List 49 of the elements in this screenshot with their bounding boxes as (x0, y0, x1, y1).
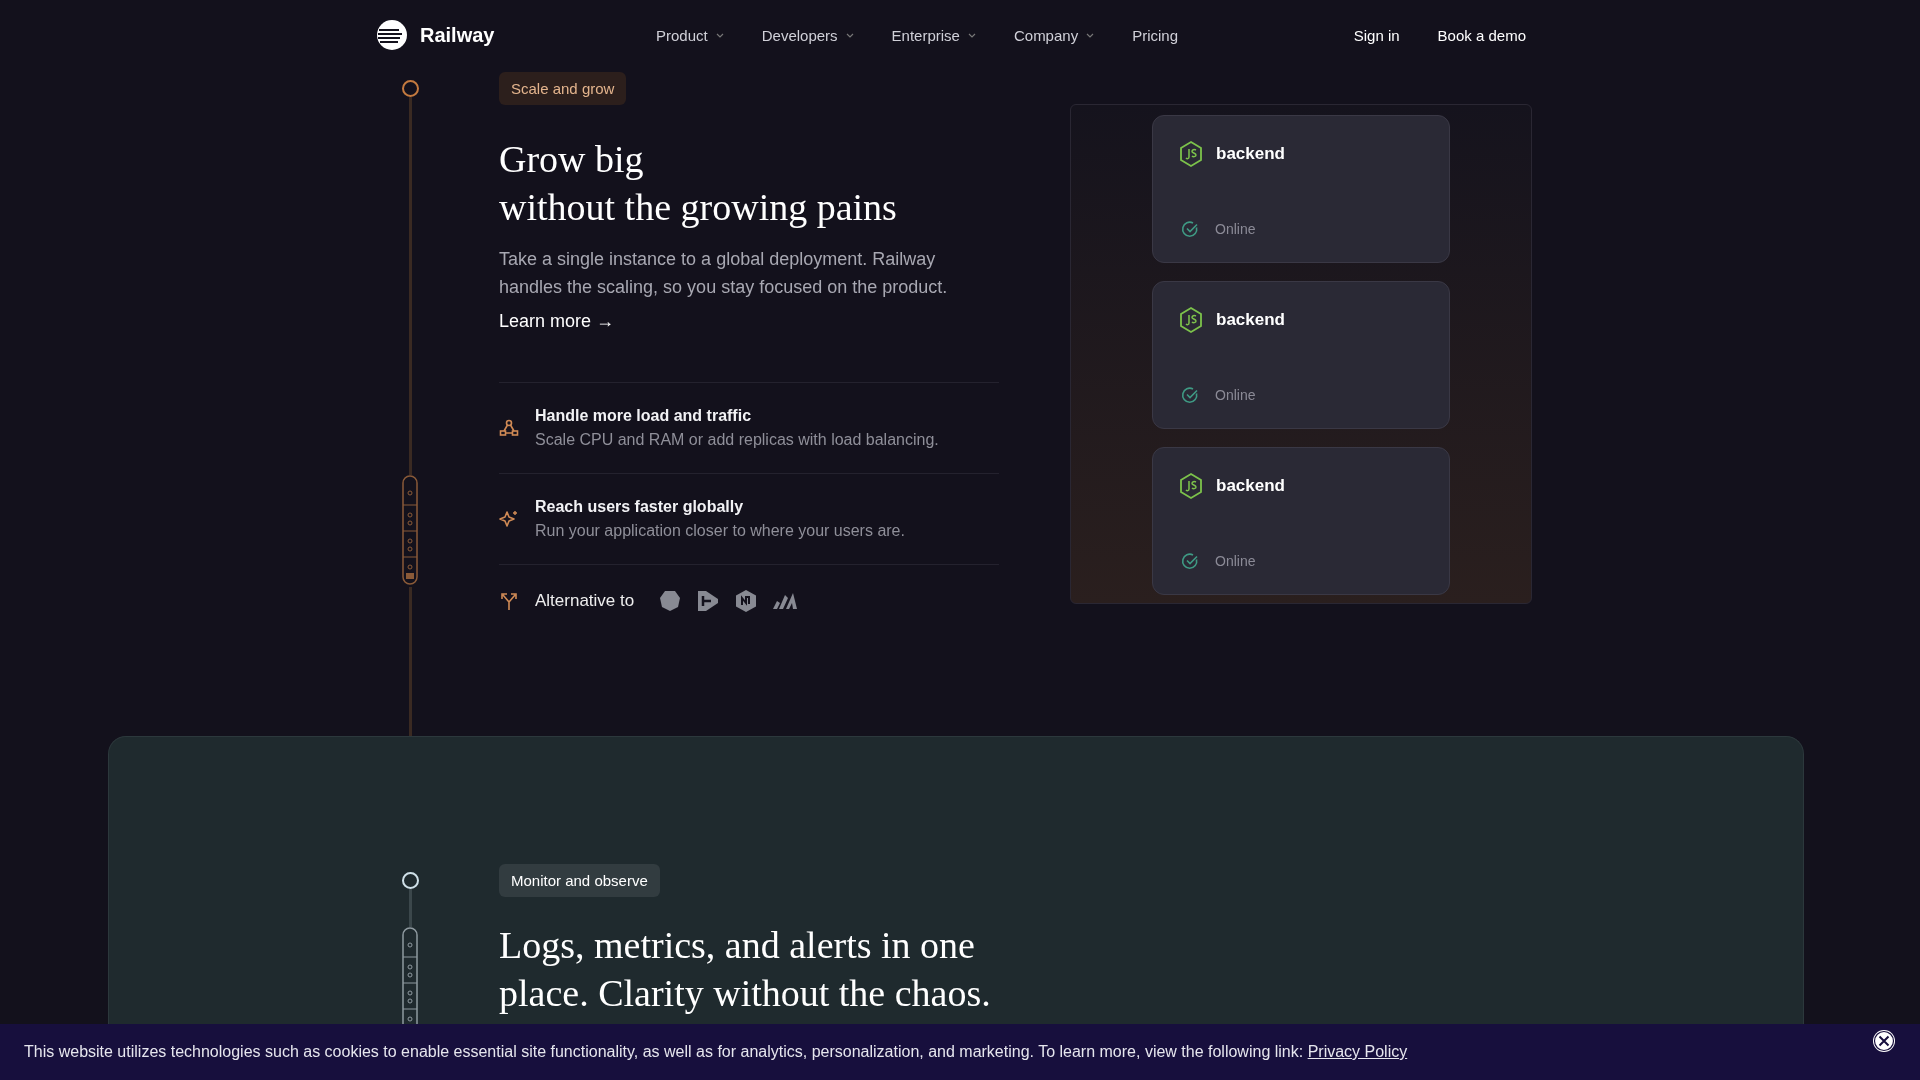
privacy-policy-link[interactable]: Privacy Policy (1307, 1043, 1408, 1060)
close-icon (1872, 1029, 1896, 1053)
cookie-notice-text: This website utilizes technologies such as cookies to enable essential site functionality, as well as for analytics, personalization, and marketing. To learn more, view the following link: Privacy Policy (24, 1043, 1409, 1061)
sign-in-link[interactable]: Sign in (1353, 26, 1400, 44)
hexagon-logo-icon (734, 589, 759, 613)
chevron-down-icon (967, 32, 976, 38)
learn-more-link[interactable]: Learn more → (499, 311, 615, 332)
nav-link[interactable]: Developers (761, 26, 854, 44)
logo-text[interactable]: Railway (420, 23, 495, 47)
nodejs-hexagon-icon (1178, 306, 1204, 334)
service-name: backend (1216, 144, 1285, 164)
split-arrows-icon (499, 591, 519, 611)
status-label: Online (1215, 221, 1256, 237)
alternative-label: Alternative to (535, 591, 635, 611)
chevron-down-icon (845, 32, 854, 38)
chevron-down-icon (715, 32, 724, 38)
nav-link[interactable]: Pricing (1132, 26, 1178, 44)
nodejs-hexagon-icon (1178, 140, 1204, 168)
sparkle-icon (499, 509, 519, 529)
service-card[interactable]: backend Online (1152, 447, 1450, 595)
status-label: Online (1215, 553, 1256, 569)
section-heading: Grow big without the growing pains (499, 137, 898, 230)
network-nodes-icon (499, 418, 519, 438)
book-demo-link[interactable]: Book a demo (1437, 26, 1526, 44)
section-heading: Logs, metrics, and alerts in one place. Clarity without the chaos. (499, 923, 992, 1016)
nav-link[interactable]: Enterprise (891, 26, 976, 44)
nodejs-hexagon-icon (1178, 472, 1204, 500)
feature-title: Reach users faster globally (535, 498, 745, 516)
chevron-down-icon (1086, 32, 1095, 38)
railway-logo-icon (376, 19, 408, 51)
feature-description: Scale CPU and RAM or add replicas with load balancing. (535, 431, 939, 449)
nav-link[interactable]: Product (656, 26, 724, 44)
play-logo-icon (696, 589, 721, 613)
service-card[interactable]: backend Online (1152, 115, 1450, 263)
service-name: backend (1216, 310, 1285, 330)
service-card[interactable]: backend Online (1152, 281, 1450, 429)
status-label: Online (1215, 387, 1256, 403)
close-button[interactable] (1872, 1029, 1896, 1053)
feature-description: Run your application closer to where your users are. (535, 522, 905, 540)
check-circle-icon (1181, 552, 1199, 570)
heptagon-logo-icon (658, 589, 683, 613)
nav-link[interactable]: Company (1013, 26, 1095, 44)
section-description: Take a single instance to a global deployment. Railway handles the scaling, so you stay focused on the product. (499, 248, 949, 299)
check-circle-icon (1181, 386, 1199, 404)
check-circle-icon (1181, 220, 1199, 238)
section-tag: Monitor and observe (499, 864, 660, 897)
feature-title: Handle more load and traffic (535, 407, 753, 425)
section-tag: Scale and grow (499, 72, 627, 105)
service-name: backend (1216, 476, 1285, 496)
